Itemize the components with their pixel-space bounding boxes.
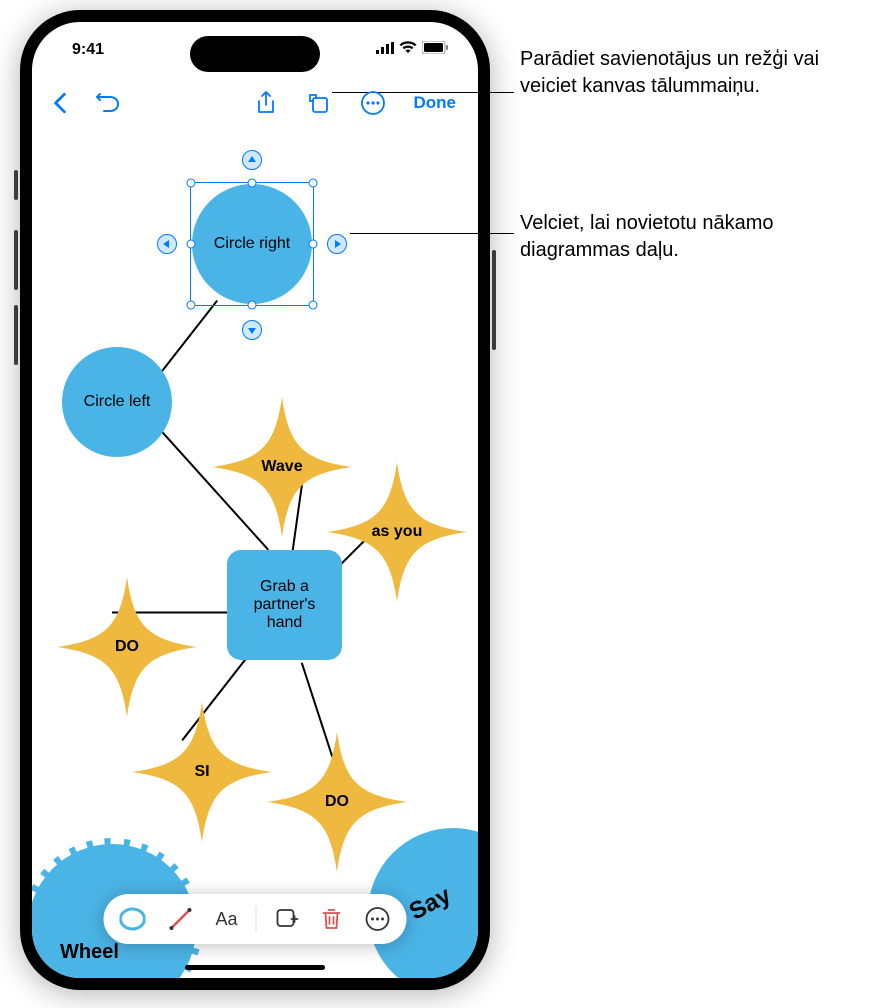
bottom-toolbar: Aa (103, 894, 406, 944)
drag-handle-right[interactable] (327, 234, 347, 254)
node-label: as you (372, 523, 423, 541)
node-label: DO (115, 638, 139, 656)
node-label: Wheel (60, 941, 119, 964)
node-label: Circle left (84, 393, 151, 411)
canvas[interactable]: Circle left Grab a partner's hand Wave a… (32, 22, 478, 978)
fill-color-button[interactable] (115, 902, 149, 936)
node-label: DO (325, 793, 349, 811)
home-indicator (185, 965, 325, 970)
callout-canvas-options: Parādiet savienotājus un režģi vai veici… (520, 46, 860, 100)
top-toolbar: Done (32, 78, 478, 128)
node-star-do2[interactable]: DO (267, 732, 407, 872)
more-options-button[interactable] (361, 902, 395, 936)
screen: 9:41 Done (32, 22, 478, 978)
text-style-button[interactable]: Aa (211, 905, 241, 934)
add-shape-button[interactable] (271, 903, 303, 935)
delete-button[interactable] (317, 903, 347, 935)
undo-button[interactable] (92, 88, 124, 118)
toolbar-separator (256, 906, 257, 932)
node-label: Grab a partner's hand (235, 578, 334, 632)
wifi-icon (399, 41, 417, 59)
node-star-do1[interactable]: DO (57, 577, 197, 717)
node-label: SI (194, 763, 209, 781)
node-grab-partner[interactable]: Grab a partner's hand (227, 550, 342, 660)
phone-frame: 9:41 Done (20, 10, 490, 990)
done-button[interactable]: Done (408, 89, 463, 117)
battery-icon (422, 41, 448, 59)
node-circle-left[interactable]: Circle left (62, 347, 172, 457)
callout-leader-line (350, 233, 514, 234)
clock-label: 9:41 (72, 41, 104, 59)
node-label: Circle right (214, 235, 290, 253)
drag-handle-bottom[interactable] (242, 320, 262, 340)
callout-drag-handle: Velciet, lai novietotu nākamo diagrammas… (520, 210, 860, 264)
dynamic-island (190, 36, 320, 72)
share-button[interactable] (252, 86, 280, 120)
drag-handle-top[interactable] (242, 150, 262, 170)
node-label: Wave (261, 458, 302, 476)
stroke-style-button[interactable] (163, 902, 197, 936)
back-button[interactable] (48, 88, 72, 118)
more-button[interactable] (356, 86, 390, 120)
node-star-si[interactable]: SI (132, 702, 272, 842)
drag-handle-left[interactable] (157, 234, 177, 254)
canvas-options-button[interactable] (302, 87, 334, 119)
text-tool-label: Aa (215, 909, 237, 930)
node-circle-right[interactable]: Circle right (192, 184, 312, 304)
node-star-as-you[interactable]: as you (327, 462, 467, 602)
cellular-icon (376, 41, 394, 59)
